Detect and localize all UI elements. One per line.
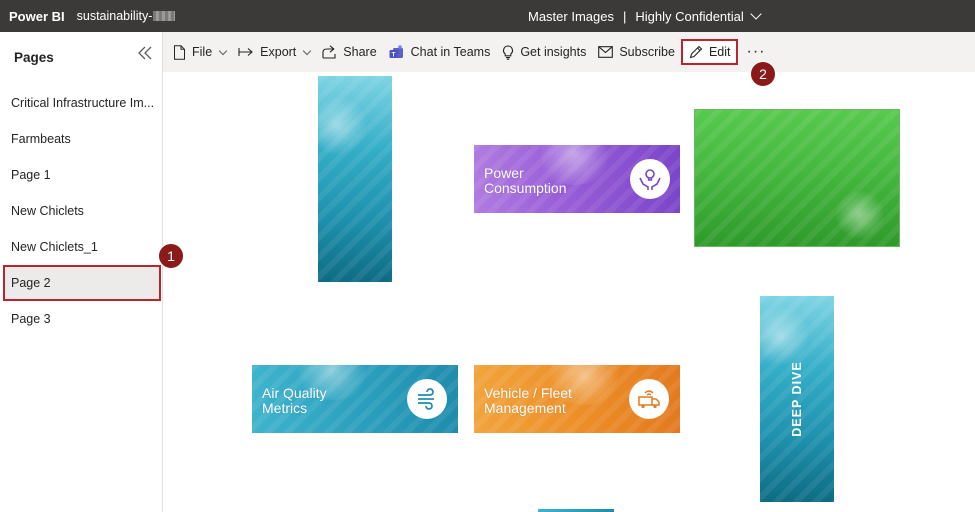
teal-vertical-image-tile[interactable]: [318, 76, 392, 282]
chat-in-teams-button[interactable]: T Chat in Teams: [383, 38, 497, 66]
subscribe-button[interactable]: Subscribe: [592, 38, 681, 66]
tile-glow: [835, 190, 885, 240]
wind-icon: [407, 379, 447, 419]
power-consumption-title: Power Consumption: [484, 166, 567, 196]
chevron-down-icon: [218, 46, 228, 55]
collapse-pane-button[interactable]: [136, 44, 154, 62]
get-insights-label: Get insights: [520, 45, 587, 59]
deep-dive-tile[interactable]: DEEP DIVE: [760, 296, 834, 502]
export-arrow-icon: [238, 48, 253, 56]
air-quality-title: Air Quality Metrics: [262, 386, 327, 416]
chat-in-teams-label: Chat in Teams: [410, 45, 491, 59]
app-header: Power BI sustainability- Master Images |…: [0, 0, 975, 32]
page-item-critical-infrastructure[interactable]: Critical Infrastructure Im...: [3, 86, 161, 120]
report-title-area[interactable]: Master Images | Highly Confidential: [528, 0, 762, 32]
edit-button[interactable]: Edit: [680, 39, 739, 65]
green-image-tile[interactable]: [694, 109, 900, 247]
page-item-page-1[interactable]: Page 1: [3, 158, 161, 192]
air-quality-line-2: Metrics: [262, 400, 308, 416]
report-name[interactable]: sustainability-: [77, 9, 176, 23]
get-insights-button[interactable]: Get insights: [496, 38, 592, 66]
chevron-down-icon: [303, 46, 312, 55]
vehicle-fleet-line-1: Vehicle / Fleet: [484, 385, 572, 401]
export-menu[interactable]: Export: [232, 38, 316, 66]
report-canvas: Power Consumption Air Quality Metrics Ve…: [164, 72, 975, 512]
teams-icon: T: [389, 44, 403, 58]
chevron-down-icon[interactable]: [750, 8, 762, 20]
share-label: Share: [343, 45, 377, 59]
double-chevron-left-icon: [138, 46, 152, 60]
redacted-text: [153, 11, 176, 21]
power-consumption-tile[interactable]: Power Consumption: [474, 145, 680, 213]
report-name-text: sustainability-: [76, 9, 153, 23]
callout-badge-2: 2: [750, 61, 776, 87]
hands-lightbulb-icon: [630, 159, 670, 199]
truck-icon: [629, 379, 669, 419]
file-icon: [174, 44, 185, 60]
svg-text:T: T: [391, 51, 395, 58]
title-separator: |: [622, 8, 627, 24]
share-button[interactable]: Share: [316, 38, 382, 66]
file-menu[interactable]: File: [167, 38, 232, 66]
vehicle-fleet-line-2: Management: [484, 400, 566, 416]
pencil-icon: [689, 45, 703, 59]
lightbulb-icon: [503, 44, 514, 60]
subscribe-label: Subscribe: [619, 45, 675, 59]
share-icon: [322, 45, 336, 59]
page-item-new-chiclets[interactable]: New Chiclets: [3, 194, 161, 228]
power-consumption-line-1: Power: [484, 165, 524, 181]
pages-pane-title: Pages: [14, 50, 54, 65]
workspace-name: Master Images: [528, 8, 614, 24]
file-label: File: [192, 45, 213, 59]
power-bi-logo-text[interactable]: Power BI: [9, 9, 65, 24]
sensitivity-label: Highly Confidential: [635, 8, 744, 24]
page-item-page-3[interactable]: Page 3: [3, 302, 161, 336]
mail-icon: [598, 46, 614, 58]
power-consumption-line-2: Consumption: [484, 180, 567, 196]
air-quality-line-1: Air Quality: [262, 385, 327, 401]
callout-badge-1: 1: [158, 243, 184, 269]
page-item-page-2[interactable]: Page 2: [3, 265, 161, 301]
page-item-farmbeats[interactable]: Farmbeats: [3, 122, 161, 156]
vehicle-fleet-management-tile[interactable]: Vehicle / Fleet Management: [474, 365, 680, 433]
deep-dive-label: DEEP DIVE: [790, 361, 804, 437]
export-label: Export: [260, 45, 297, 59]
report-toolbar: File Export Share T Chat in Teams Get in…: [163, 32, 975, 72]
pages-pane: Pages Critical Infrastructure Im... Farm…: [0, 32, 163, 512]
edit-label: Edit: [708, 45, 731, 59]
page-item-new-chiclets-1[interactable]: New Chiclets_1: [3, 230, 161, 264]
vehicle-fleet-title: Vehicle / Fleet Management: [484, 386, 572, 416]
air-quality-metrics-tile[interactable]: Air Quality Metrics: [252, 365, 458, 433]
